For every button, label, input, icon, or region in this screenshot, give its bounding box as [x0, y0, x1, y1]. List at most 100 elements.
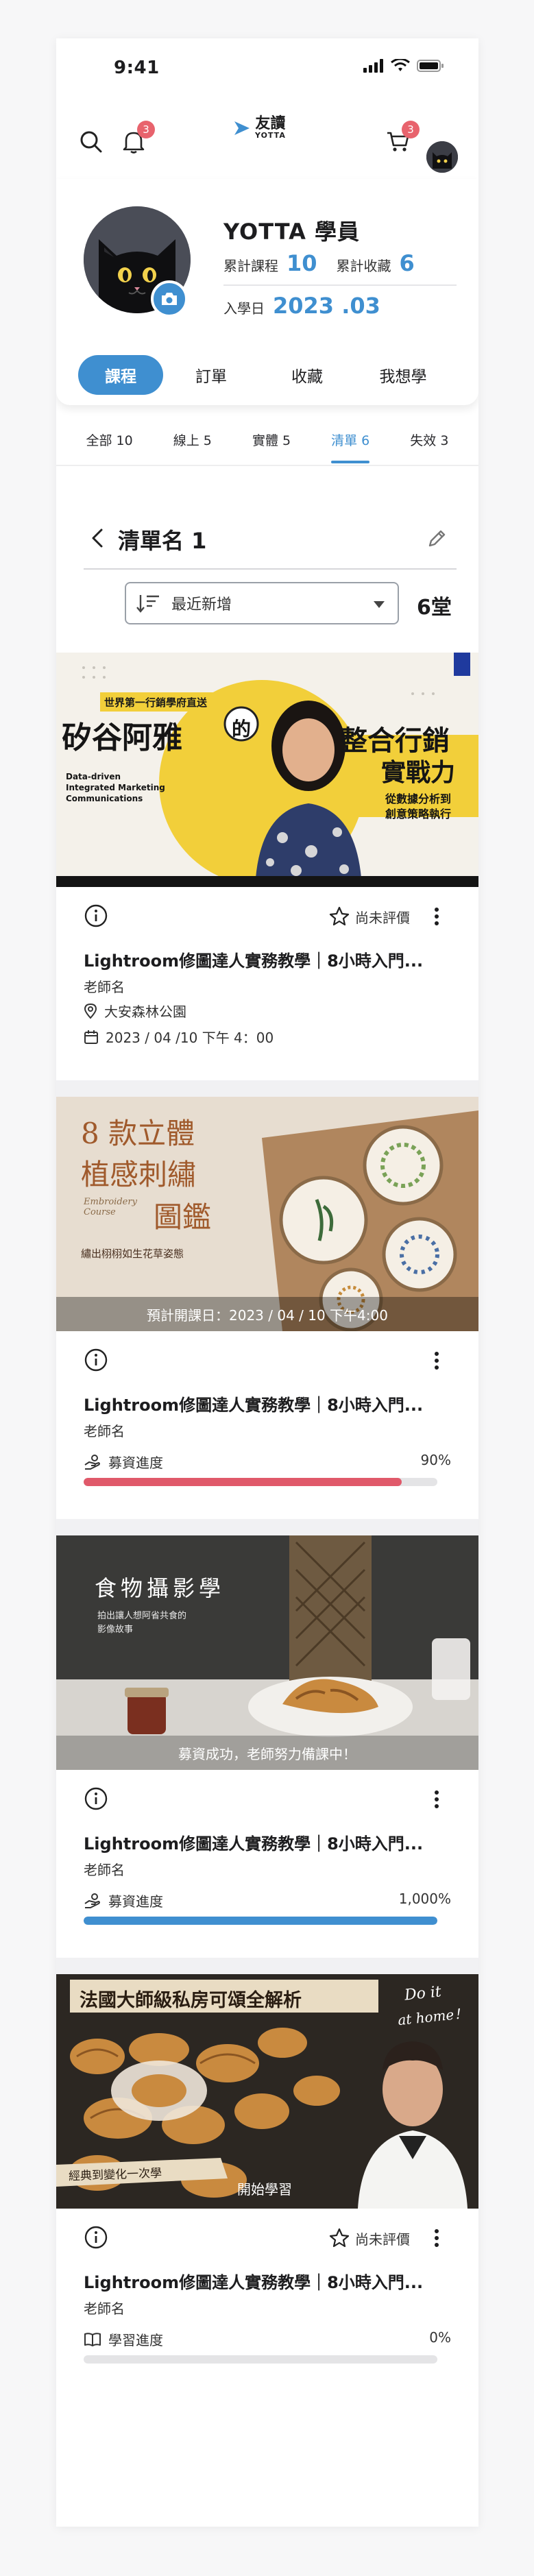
info-icon[interactable] [84, 1348, 108, 1372]
cart-badge: 3 [402, 121, 420, 138]
join-date-label: 入學日 [223, 300, 265, 317]
status-bar: 9:41 [56, 38, 478, 95]
filter-online[interactable]: 線上 5 [173, 429, 212, 465]
back-button[interactable] [84, 521, 111, 555]
filter-expired[interactable]: 失效 3 [410, 429, 448, 465]
cart-button[interactable]: 3 [381, 121, 420, 159]
course-card[interactable]: 法國大師級私房可頌全解析 Do it at home！ 經典到變化一次學 開始學… [56, 1974, 478, 2399]
logo-text-en: YOTTA [255, 131, 286, 140]
progress-bar [84, 1917, 437, 1925]
caret-down-icon [374, 601, 385, 608]
sort-dropdown[interactable]: 最近新增 [125, 582, 399, 624]
rate-button[interactable]: 尚未評價 [329, 2228, 410, 2248]
course-title[interactable]: Lightroom修圖達人實務教學｜8小時入門... [84, 1392, 423, 1415]
banner-en: Embroidery Course [84, 1197, 137, 1217]
more-options-button[interactable] [433, 1352, 440, 1370]
logo-text-cn: 友讀 [255, 115, 286, 132]
tab-favorites[interactable]: 收藏 [259, 355, 355, 395]
app-screen: 9:41 3 友讀 YOTTA 3 YOTTA 學員 累計課程 10 累計收藏 … [56, 38, 478, 2527]
profile-name: YOTTA 學員 [223, 219, 361, 245]
progress-percent: 1,000% [398, 1891, 451, 1907]
banner-title-2: 植感刺繡 [81, 1158, 197, 1191]
more-options-button[interactable] [433, 1790, 440, 1808]
course-actions [84, 1346, 454, 1374]
banner-tag: 世界第一行銷學府直送 [104, 696, 208, 709]
course-card[interactable]: 8 款立體 植感刺繡 Embroidery Course 圖鑑 繡出栩栩如生花草… [56, 1097, 478, 1535]
banner-subtitle-2: 創意策略執行 [385, 807, 452, 821]
yotta-logo[interactable]: 友讀 YOTTA [233, 117, 286, 140]
rate-label: 尚未評價 [355, 2231, 410, 2248]
info-icon[interactable] [84, 2225, 108, 2250]
banner-caption: 募資成功，老師努力備課中！ [178, 1745, 356, 1762]
filter-all[interactable]: 全部 10 [86, 429, 133, 465]
profile-tabs: 課程 訂單 收藏 我想學 [78, 354, 462, 396]
battery-icon [417, 60, 444, 72]
filter-physical[interactable]: 實體 5 [252, 429, 291, 465]
banner-en-1: Data-driven [66, 772, 121, 781]
course-datetime: 2023 / 04 /10 下午 4：00 [84, 1027, 274, 1047]
banner-en-2: Integrated Marketing [66, 783, 165, 792]
courses-count: 10 [287, 250, 317, 276]
book-icon [84, 2332, 101, 2346]
progress-percent: 90% [420, 1452, 451, 1468]
rate-label: 尚未評價 [355, 909, 410, 926]
start-learning-button[interactable]: 開始學習 [230, 2174, 299, 2202]
favorites-count: 6 [399, 250, 415, 276]
search-button[interactable] [74, 125, 108, 159]
tab-wishlist[interactable]: 我想學 [355, 355, 451, 395]
progress-label-row: 募資進度 [84, 1452, 163, 1472]
course-title[interactable]: Lightroom修圖達人實務教學｜8小時入門... [84, 947, 423, 971]
course-card[interactable]: 食物攝影學 拍出讓人想阿省共食的 影像故事 募資成功，老師努力備課中！ Ligh… [56, 1535, 478, 1974]
course-count: 6堂 [417, 596, 452, 620]
signal-icon [363, 59, 383, 73]
course-filter-tabs: 全部 10 線上 5 實體 5 清單 6 失效 3 [56, 429, 478, 465]
banner-ribbon: 經典到變化一次學 [68, 2166, 162, 2184]
banner-sub-1: 拍出讓人想阿省共食的 [97, 1611, 187, 1621]
join-date-value: 2023 .03 [273, 293, 380, 319]
progress-label: 募資進度 [108, 1455, 163, 1471]
course-card[interactable]: 世界第一行銷學府直送 矽谷阿雅 的 整合行銷 實戰力 從數據分析到 創意策略執行… [56, 653, 478, 1097]
notification-button[interactable]: 3 [117, 121, 155, 159]
banner-title-left: 矽谷阿雅 [62, 720, 182, 755]
banner-sub-2: 影像故事 [97, 1625, 134, 1635]
more-options-button[interactable] [433, 2229, 440, 2247]
tab-courses[interactable]: 課程 [78, 355, 163, 395]
change-avatar-button[interactable] [151, 280, 188, 317]
calendar-icon [84, 1030, 98, 1044]
list-title: 清單名 1 [118, 528, 207, 554]
cat-avatar-icon [426, 141, 458, 173]
logo-mark-icon [234, 121, 250, 135]
banner-subtitle-1: 從數據分析到 [385, 792, 452, 805]
banner-title: 食物攝影學 [95, 1575, 226, 1601]
progress-fill [84, 1917, 437, 1925]
course-title[interactable]: Lightroom修圖達人實務教學｜8小時入門... [84, 1830, 423, 1854]
sort-selected: 最近新增 [171, 596, 232, 613]
banner-title-right-2: 實戰力 [381, 758, 456, 787]
datetime-text: 2023 / 04 /10 下午 4：00 [106, 1030, 274, 1046]
progress-label: 募資進度 [108, 1893, 163, 1910]
course-banner[interactable]: 世界第一行銷學府直送 矽谷阿雅 的 整合行銷 實戰力 從數據分析到 創意策略執行… [56, 653, 478, 887]
notification-badge: 3 [137, 121, 155, 138]
search-icon [80, 131, 102, 153]
banner-de: 的 [232, 718, 252, 740]
course-banner[interactable]: 食物攝影學 拍出讓人想阿省共食的 影像故事 募資成功，老師努力備課中！ [56, 1535, 478, 1770]
funding-hand-icon [84, 1893, 100, 1908]
course-banner[interactable]: 8 款立體 植感刺繡 Embroidery Course 圖鑑 繡出栩栩如生花草… [56, 1097, 478, 1331]
favorites-label: 累計收藏 [336, 258, 391, 274]
tab-orders[interactable]: 訂單 [163, 355, 259, 395]
join-date-row: 入學日 2023 .03 [223, 293, 400, 319]
course-banner[interactable]: 法國大師級私房可頌全解析 Do it at home！ 經典到變化一次學 開始學… [56, 1974, 478, 2209]
wifi-icon [391, 59, 410, 71]
info-icon[interactable] [84, 903, 108, 928]
course-actions [84, 1785, 454, 1812]
more-options-button[interactable] [433, 908, 440, 925]
progress-label-row: 募資進度 [84, 1891, 163, 1910]
rate-button[interactable]: 尚未評價 [329, 906, 410, 927]
info-icon[interactable] [84, 1786, 108, 1811]
card-separator [56, 1958, 478, 1974]
list-title-underline [84, 568, 457, 570]
course-title[interactable]: Lightroom修圖達人實務教學｜8小時入門... [84, 2269, 423, 2293]
filter-lists[interactable]: 清單 6 [331, 429, 370, 465]
edit-list-button[interactable] [422, 521, 452, 555]
user-avatar-small[interactable] [426, 141, 458, 173]
